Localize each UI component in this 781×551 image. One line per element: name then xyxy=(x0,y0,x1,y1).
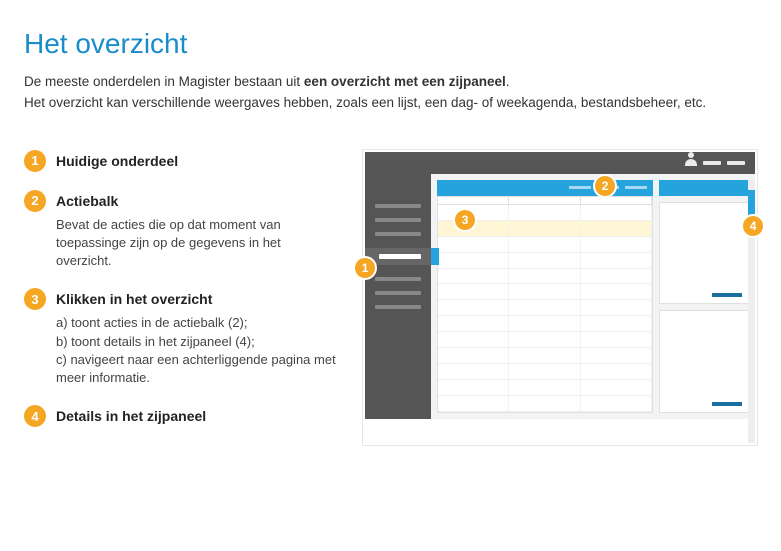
intro-post: . xyxy=(506,74,510,89)
callout-4: 4 xyxy=(743,216,763,236)
ui-mockup: 1 2 3 4 xyxy=(363,150,757,445)
sidebar-item xyxy=(375,291,421,295)
sidebar-item xyxy=(375,305,421,309)
badge-2: 2 xyxy=(24,190,46,212)
legend-body-2-0: Bevat de acties die op dat moment van to… xyxy=(56,216,339,271)
legend-item-2: 2 Actiebalk Bevat de acties die op dat m… xyxy=(24,190,339,271)
intro-line2: Het overzicht kan verschillende weergave… xyxy=(24,95,706,110)
detail-card xyxy=(659,202,749,305)
legend-body-3-b: b) toont details in het zijpaneel (4); xyxy=(56,333,339,351)
detail-line xyxy=(712,293,742,297)
topbar-line xyxy=(727,161,745,165)
legend-title-3: Klikken in het overzicht xyxy=(56,291,212,307)
callout-2: 2 xyxy=(595,176,615,196)
detail-card xyxy=(659,310,749,413)
intro-pre: De meeste onderdelen in Magister bestaan… xyxy=(24,74,304,89)
callout-3: 3 xyxy=(455,210,475,230)
sidebar-item xyxy=(375,232,421,236)
legend-title-4: Details in het zijpaneel xyxy=(56,408,206,424)
detail-line xyxy=(712,402,742,406)
legend-item-1: 1 Huidige onderdeel xyxy=(24,150,339,172)
intro-text: De meeste onderdelen in Magister bestaan… xyxy=(24,72,757,114)
actionbar-action xyxy=(569,186,591,189)
topbar-line xyxy=(703,161,721,165)
mock-topbar xyxy=(365,152,755,174)
badge-1: 1 xyxy=(24,150,46,172)
sidebar-item xyxy=(375,218,421,222)
intro-bold: een overzicht met een zijpaneel xyxy=(304,74,506,89)
legend-body-3-a: a) toont acties in de actiebalk (2); xyxy=(56,314,339,332)
badge-3: 3 xyxy=(24,288,46,310)
mock-actionbar xyxy=(437,180,653,196)
legend-body-3-c: c) navigeert naar een achterliggende pag… xyxy=(56,351,339,387)
callout-1: 1 xyxy=(355,258,375,278)
sidebar-item xyxy=(375,204,421,208)
badge-4: 4 xyxy=(24,405,46,427)
legend-title-1: Huidige onderdeel xyxy=(56,153,178,169)
actionbar-action xyxy=(625,186,647,189)
mock-sidebar xyxy=(365,174,431,419)
sidebar-item xyxy=(375,277,421,281)
detail-header xyxy=(659,180,749,196)
legend-item-3: 3 Klikken in het overzicht a) toont acti… xyxy=(24,288,339,387)
page-title: Het overzicht xyxy=(24,28,757,60)
sidebar-item-active xyxy=(365,248,431,265)
user-icon xyxy=(685,158,697,168)
legend-item-4: 4 Details in het zijpaneel xyxy=(24,405,339,427)
legend-title-2: Actiebalk xyxy=(56,193,118,209)
legend-list: 1 Huidige onderdeel 2 Actiebalk Bevat de… xyxy=(24,150,339,445)
mock-detail-panel xyxy=(659,180,749,413)
sidebar-active-tab xyxy=(431,248,439,265)
